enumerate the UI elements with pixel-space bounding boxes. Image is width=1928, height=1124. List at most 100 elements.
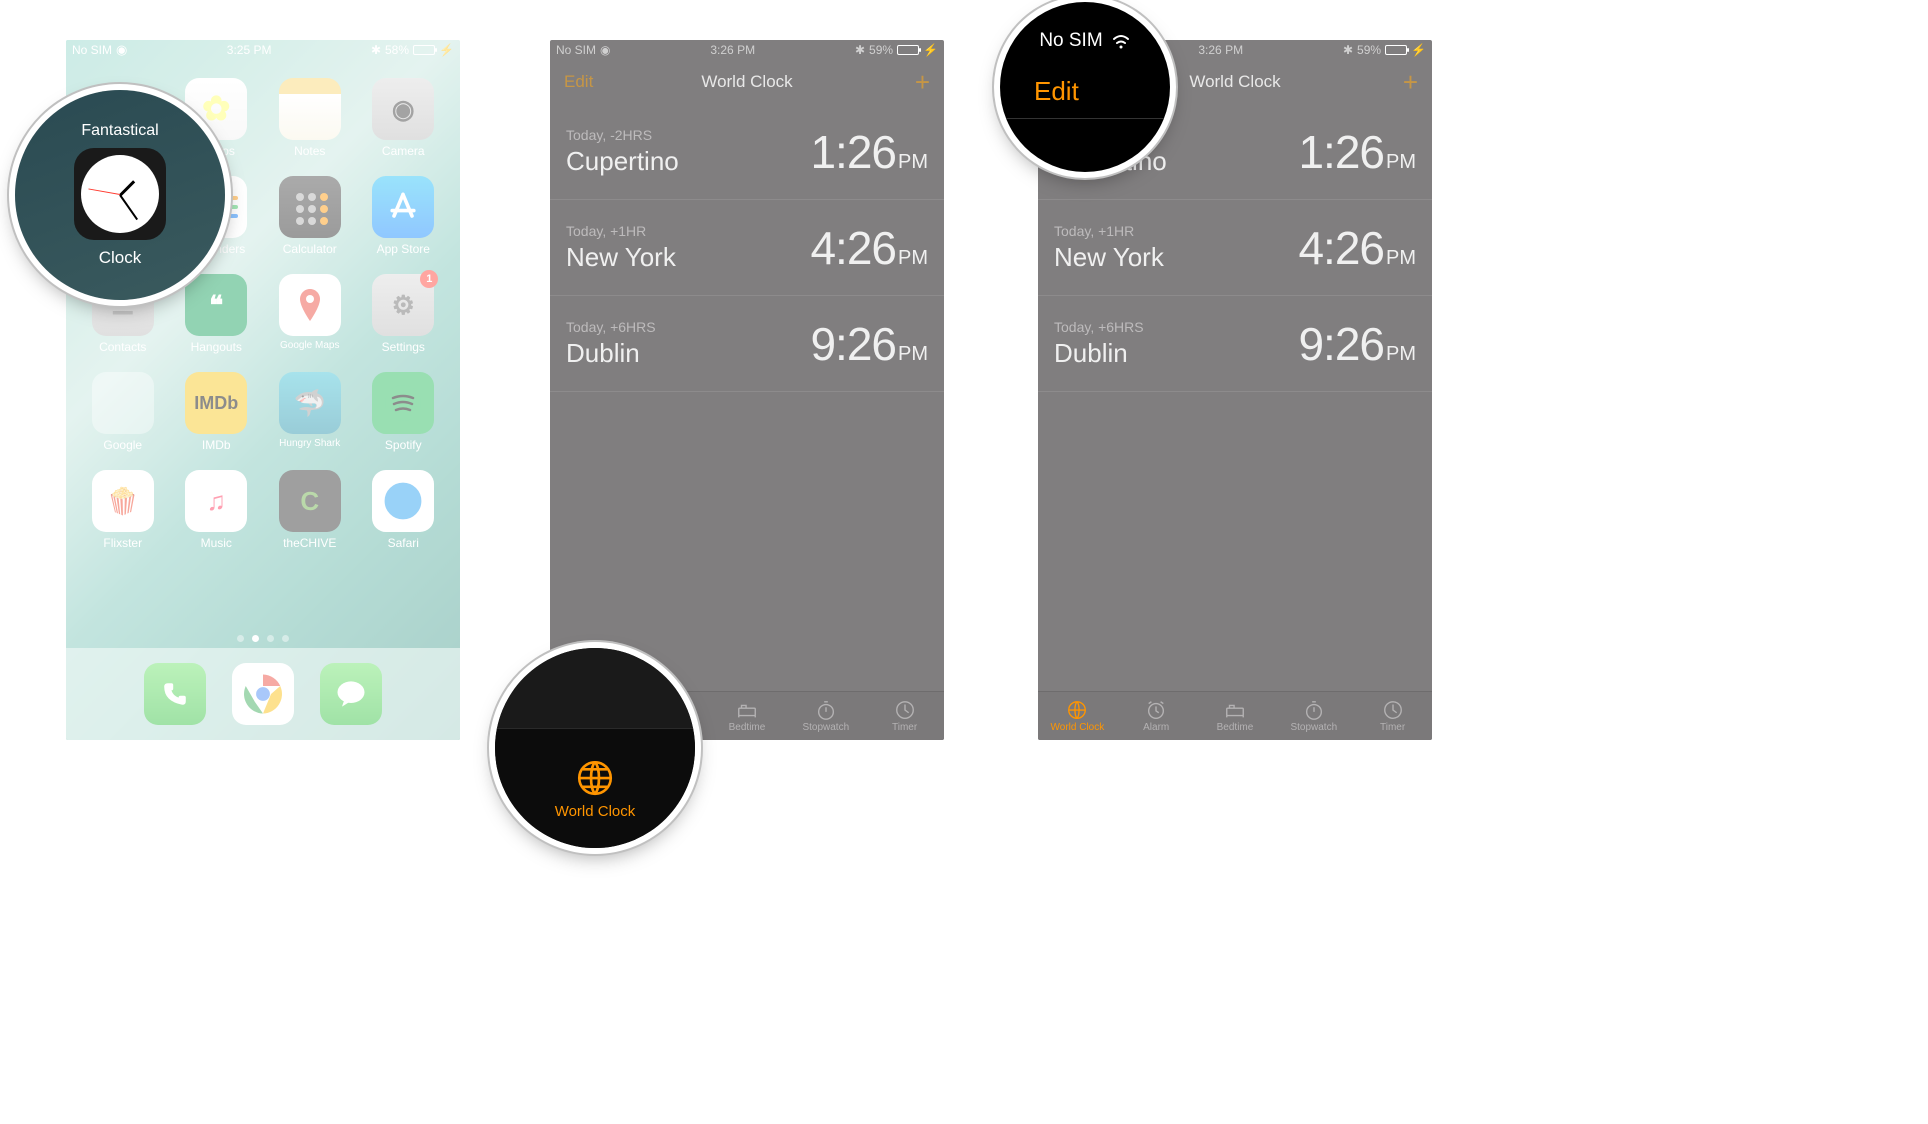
- tab-bedtime[interactable]: Bedtime: [708, 699, 787, 733]
- calculator-app[interactable]: Calculator: [267, 176, 353, 256]
- globe-icon: [574, 757, 616, 799]
- dock: [66, 648, 460, 740]
- edit-button[interactable]: Edit: [564, 72, 593, 92]
- flixster-icon: 🍿: [92, 470, 154, 532]
- battery-text: 58%: [385, 43, 409, 57]
- wifi-icon: [1111, 33, 1131, 49]
- hungryshark-app[interactable]: 🦈 Hungry Shark: [267, 372, 353, 452]
- camera-icon: ◉: [372, 78, 434, 140]
- callout-edit-button: No SIM Edit: [1000, 2, 1170, 172]
- charging-icon: ⚡: [923, 43, 938, 57]
- bluetooth-icon: ✱: [1343, 43, 1353, 57]
- tab-bedtime[interactable]: Bedtime: [1196, 699, 1275, 733]
- app-label: Google Maps: [280, 340, 339, 351]
- hangouts-app[interactable]: ❝ Hangouts: [174, 274, 260, 354]
- hangouts-icon: ❝: [185, 274, 247, 336]
- app-label: Hangouts: [191, 340, 242, 354]
- time-offset: Today, +6HRS: [1054, 319, 1144, 335]
- googlemaps-app[interactable]: Google Maps: [267, 274, 353, 354]
- add-button[interactable]: +: [915, 67, 930, 98]
- callout-world-clock-tab: World Clock: [495, 648, 695, 848]
- shark-icon: 🦈: [279, 372, 341, 434]
- flixster-app[interactable]: 🍿 Flixster: [80, 470, 166, 550]
- time-ampm: PM: [1386, 151, 1416, 174]
- clock-app-icon[interactable]: [74, 148, 166, 240]
- carrier-label: No SIM: [1039, 30, 1102, 52]
- charging-icon: ⚡: [1411, 43, 1426, 57]
- time-value: 9:26: [810, 317, 896, 371]
- battery-text: 59%: [869, 43, 893, 57]
- tab-timer[interactable]: Timer: [1353, 699, 1432, 733]
- wifi-icon: ◉: [600, 43, 610, 57]
- world-clock-list[interactable]: Today, -2HRSCupertino 1:26PM Today, +1HR…: [550, 104, 944, 691]
- time-value: 1:26: [1298, 125, 1384, 179]
- app-label: Contacts: [99, 340, 146, 354]
- tab-label: Stopwatch: [1290, 722, 1337, 733]
- imdb-icon: IMDb: [185, 372, 247, 434]
- music-app[interactable]: ♫Music: [174, 470, 260, 550]
- world-clock-tab[interactable]: World Clock: [495, 728, 695, 848]
- tab-world-clock[interactable]: World Clock: [1038, 699, 1117, 733]
- time-value: 1:26: [810, 125, 896, 179]
- tab-label: Stopwatch: [802, 722, 849, 733]
- app-label: Calculator: [283, 242, 337, 256]
- time-offset: Today, +6HRS: [566, 319, 656, 335]
- time-value: 4:26: [1298, 221, 1384, 275]
- edit-button[interactable]: Edit: [1034, 76, 1079, 107]
- camera-app[interactable]: ◉Camera: [361, 78, 447, 158]
- time-ampm: PM: [1386, 247, 1416, 270]
- status-time: 3:25 PM: [227, 43, 272, 57]
- battery-icon: [1385, 45, 1407, 55]
- google-icon: [92, 372, 154, 434]
- add-button[interactable]: +: [1403, 67, 1418, 98]
- tab-label: Timer: [892, 722, 917, 733]
- city-name: Dublin: [566, 338, 656, 369]
- app-label: App Store: [377, 242, 430, 256]
- time-ampm: PM: [1386, 343, 1416, 366]
- clock-row[interactable]: Today, +1HRNew York 4:26PM: [550, 200, 944, 296]
- messages-app[interactable]: [320, 663, 382, 725]
- safari-icon: [372, 470, 434, 532]
- time-ampm: PM: [898, 343, 928, 366]
- time-offset: Today, +1HR: [566, 223, 676, 239]
- chrome-app[interactable]: [232, 663, 294, 725]
- appstore-app[interactable]: App Store: [361, 176, 447, 256]
- phone-app[interactable]: [144, 663, 206, 725]
- status-time: 3:26 PM: [710, 43, 755, 57]
- app-label: Settings: [382, 340, 425, 354]
- time-offset: Today, -2HRS: [566, 127, 679, 143]
- battery-icon: [413, 45, 435, 55]
- tab-timer[interactable]: Timer: [865, 699, 944, 733]
- tab-stopwatch[interactable]: Stopwatch: [786, 699, 865, 733]
- callout-clock-app: Fantastical Clock: [15, 90, 225, 300]
- safari-app[interactable]: Safari: [361, 470, 447, 550]
- tab-stopwatch[interactable]: Stopwatch: [1274, 699, 1353, 733]
- imdb-app[interactable]: IMDb IMDb: [174, 372, 260, 452]
- app-label: Flixster: [103, 536, 142, 550]
- badge: 1: [420, 270, 438, 288]
- chive-app[interactable]: CtheCHIVE: [267, 470, 353, 550]
- google-folder[interactable]: Google: [80, 372, 166, 452]
- city-name: New York: [566, 242, 676, 273]
- clock-row[interactable]: Today, -2HRSCupertino 1:26PM: [550, 104, 944, 200]
- tab-label: Bedtime: [1217, 722, 1254, 733]
- music-icon: ♫: [185, 470, 247, 532]
- clock-row[interactable]: Today, +1HRNew York 4:26PM: [1038, 200, 1432, 296]
- app-label: IMDb: [202, 438, 231, 452]
- notes-icon: [279, 78, 341, 140]
- app-label: Spotify: [385, 438, 422, 452]
- tab-label: Alarm: [1143, 722, 1169, 733]
- notes-app[interactable]: Notes: [267, 78, 353, 158]
- time-value: 9:26: [1298, 317, 1384, 371]
- app-label: Hungry Shark: [279, 438, 340, 449]
- clock-row[interactable]: Today, +6HRS Dublin 9:26PM: [550, 296, 944, 392]
- settings-app[interactable]: ⚙1Settings: [361, 274, 447, 354]
- spotify-app[interactable]: Spotify: [361, 372, 447, 452]
- clock-row[interactable]: Today, +6HRSDublin 9:26PM: [1038, 296, 1432, 392]
- world-clock-list[interactable]: Today, -2HRSCupertino 1:26PM Today, +1HR…: [1038, 104, 1432, 691]
- tab-bar: World Clock Alarm Bedtime Stopwatch Time…: [1038, 691, 1432, 740]
- googlemaps-icon: [279, 274, 341, 336]
- page-indicator[interactable]: [66, 635, 460, 642]
- clock-app-screen-1: No SIM◉ 3:26 PM ✱59%⚡ Edit World Clock +…: [550, 40, 944, 740]
- tab-alarm[interactable]: Alarm: [1117, 699, 1196, 733]
